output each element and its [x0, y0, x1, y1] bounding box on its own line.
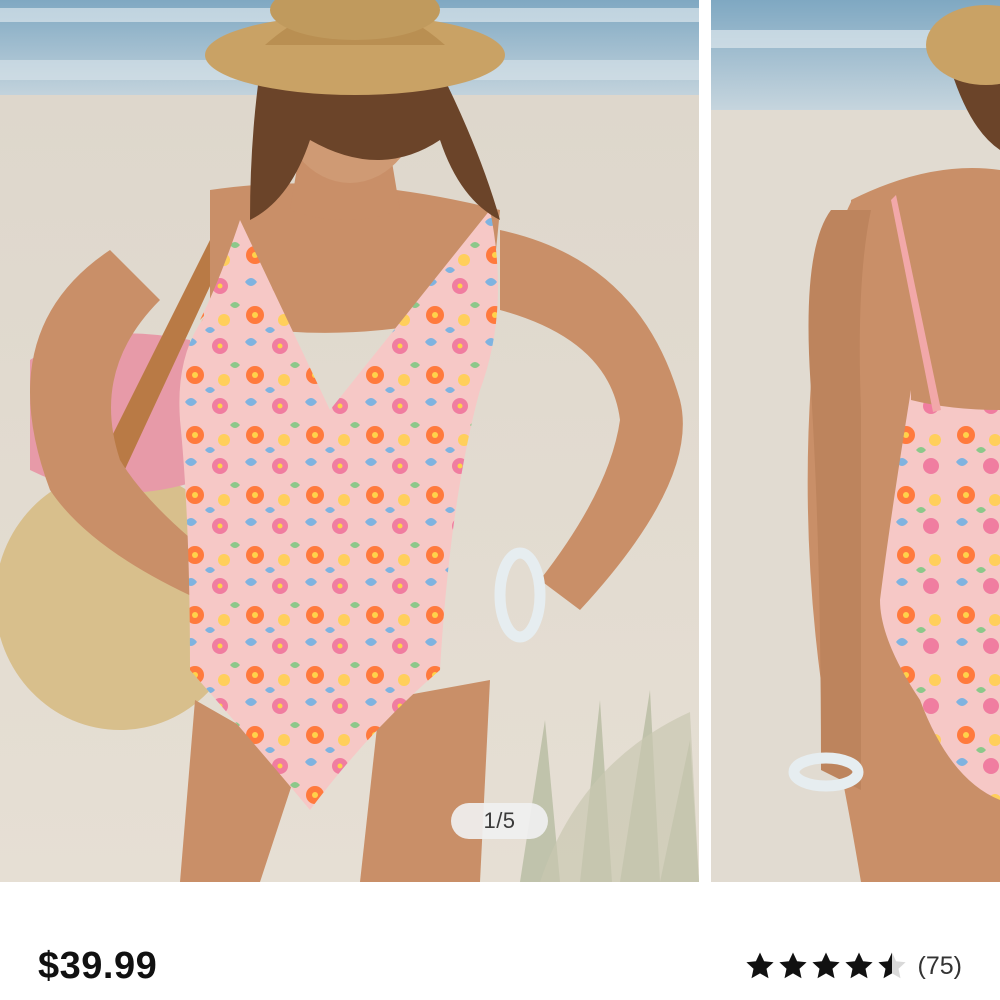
star-icon	[843, 950, 875, 982]
product-rating[interactable]: (75)	[744, 948, 962, 984]
star-icon	[810, 950, 842, 982]
product-image-front[interactable]	[0, 0, 699, 882]
product-page: 1/5 $39.99 (75)	[0, 0, 1000, 1000]
image-carousel[interactable]: 1/5	[0, 0, 1000, 882]
review-count[interactable]: (75)	[918, 948, 962, 984]
half-star-icon	[876, 950, 908, 982]
product-image-back[interactable]	[711, 0, 1000, 882]
star-icon	[744, 950, 776, 982]
product-summary: $39.99 (75)	[0, 882, 1000, 1000]
product-price: $39.99	[38, 945, 158, 987]
rating-stars	[744, 950, 909, 982]
back-photo	[711, 0, 1000, 882]
image-pager-indicator: 1/5	[451, 803, 548, 839]
star-icon	[777, 950, 809, 982]
front-photo	[0, 0, 699, 882]
